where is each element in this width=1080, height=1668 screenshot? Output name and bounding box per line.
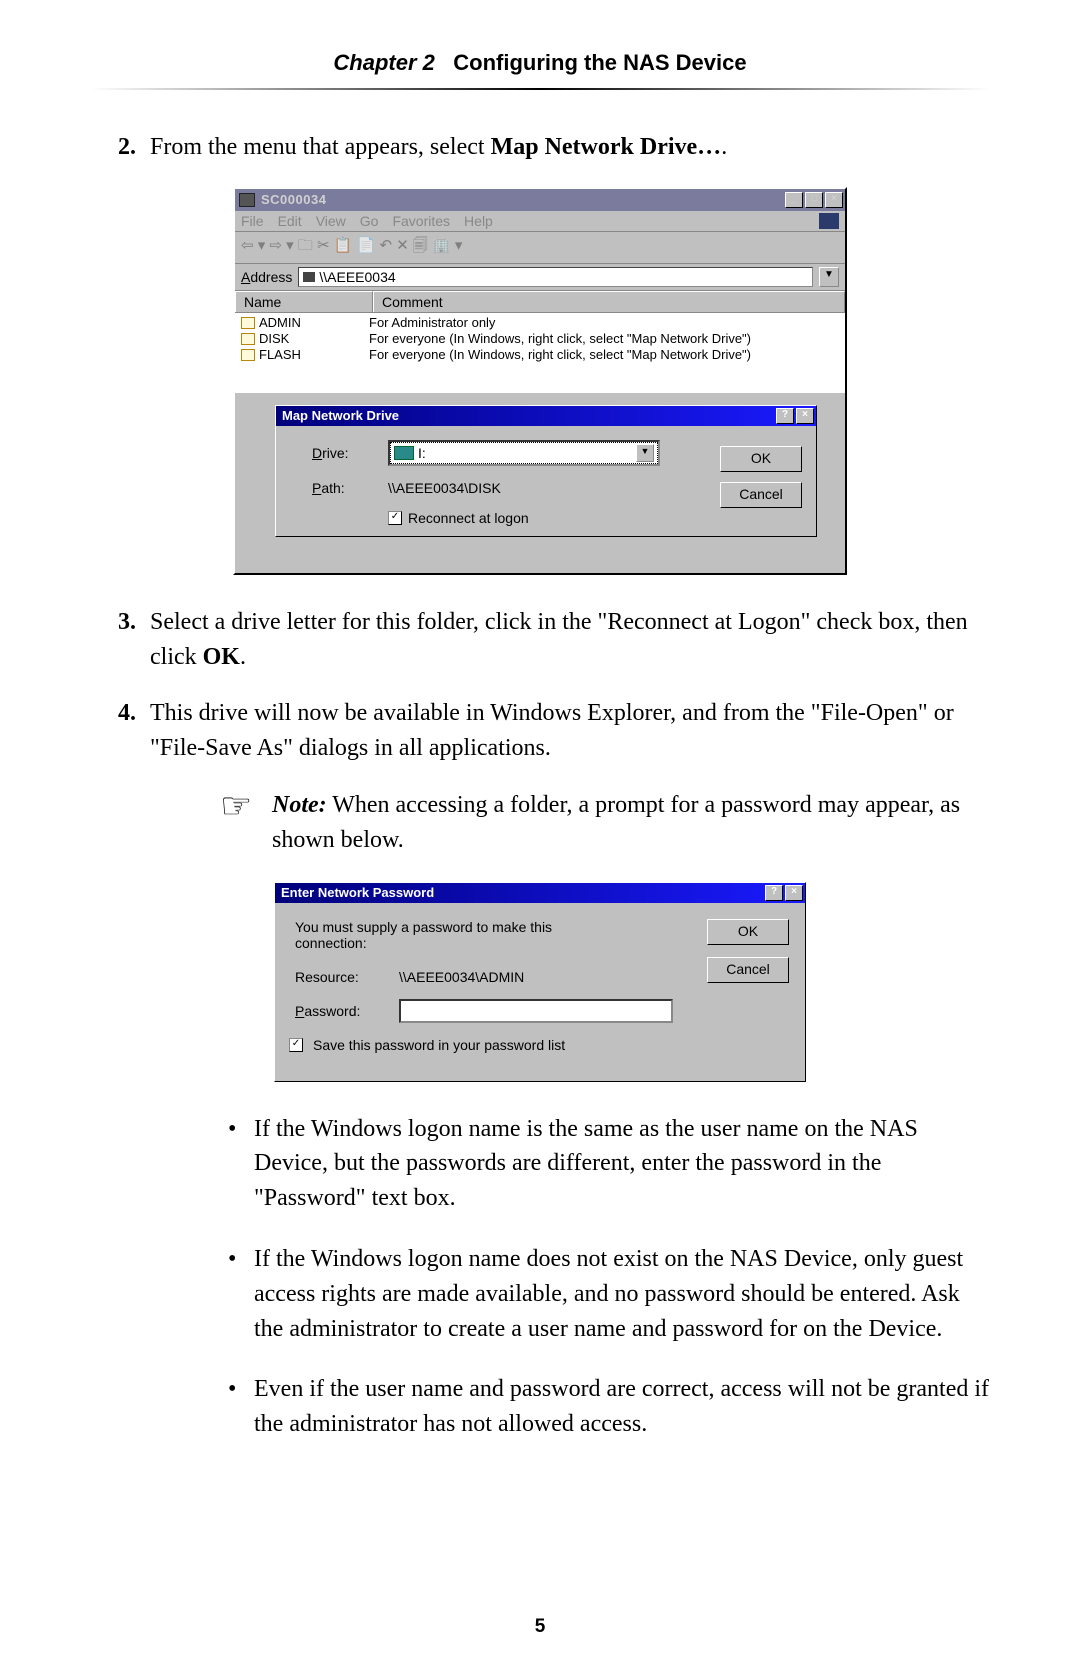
close-button[interactable]: × (785, 885, 803, 901)
bullet-item: • If the Windows logon name does not exi… (228, 1242, 990, 1346)
dialog-title: Enter Network Password (281, 885, 765, 900)
step-3-text-pre: Select a drive letter for this folder, c… (150, 609, 968, 670)
list-item[interactable]: ADMIN For Administrator only (235, 315, 845, 331)
explorer-title: SC000034 (261, 192, 785, 207)
step-3: 3. Select a drive letter for this folder… (90, 605, 990, 675)
address-field[interactable]: \\AEEE0034 (298, 267, 813, 287)
drive-icon (394, 446, 414, 460)
folder-icon (241, 317, 255, 329)
chevron-down-icon[interactable]: ▼ (636, 444, 654, 462)
chapter-number: Chapter 2 (333, 50, 434, 75)
reconnect-label: Reconnect at logon (408, 510, 529, 526)
step-2-text-pre: From the menu that appears, select (150, 134, 491, 160)
chapter-title: Configuring the NAS Device (453, 50, 746, 75)
list-header: Name Comment (235, 291, 845, 313)
save-password-checkbox[interactable]: ✓ (289, 1038, 303, 1052)
note-text: When accessing a folder, a prompt for a … (272, 792, 960, 853)
maximize-button[interactable]: □ (805, 192, 823, 208)
save-password-label: Save this password in your password list (313, 1037, 565, 1053)
address-label: Address (241, 269, 292, 285)
computer-icon (239, 193, 255, 207)
address-value: \\AEEE0034 (319, 269, 395, 285)
cancel-button[interactable]: Cancel (707, 957, 789, 983)
step-2-number: 2. (90, 130, 150, 165)
bullet-text: If the Windows logon name does not exist… (254, 1242, 990, 1346)
column-name[interactable]: Name (235, 291, 373, 312)
computer-icon (303, 272, 315, 282)
path-label: Path: (312, 480, 372, 496)
windows-logo-icon (819, 213, 839, 229)
page-number: 5 (0, 1616, 1080, 1638)
step-3-text-bold: OK (203, 644, 240, 670)
drive-combobox[interactable]: I: ▼ (388, 440, 660, 466)
address-bar: Address \\AEEE0034 ▼ (235, 264, 845, 291)
bullet-icon: • (228, 1242, 242, 1346)
minimize-button[interactable]: _ (785, 192, 803, 208)
step-3-text-post: . (240, 644, 246, 670)
folder-icon (241, 333, 255, 345)
toolbar-buttons[interactable]: ⇦ ▾ ⇨ ▾ 🗀 ✂ 📋 📄 ↶ ✕ 🗐 🏢 ▾ (241, 235, 462, 260)
step-2-text-bold: Map Network Drive… (491, 134, 722, 160)
step-2-text-post: . (721, 134, 727, 160)
header-divider (90, 88, 990, 90)
help-button[interactable]: ? (776, 408, 794, 424)
cancel-button[interactable]: Cancel (720, 482, 802, 508)
path-value: \\AEEE0034\DISK (388, 480, 501, 496)
menu-file[interactable]: File (241, 213, 264, 229)
file-list: ADMIN For Administrator only DISK For ev… (235, 313, 845, 393)
note-icon: ☞ (220, 788, 264, 858)
list-item[interactable]: DISK For everyone (In Windows, right cli… (235, 331, 845, 347)
enter-network-password-dialog: Enter Network Password ? × You must supp… (274, 882, 806, 1082)
bullet-text: If the Windows logon name is the same as… (254, 1112, 990, 1216)
password-input[interactable] (399, 999, 673, 1023)
ok-button[interactable]: OK (720, 446, 802, 472)
explorer-window: SC000034 _ □ × File Edit View Go Favorit… (233, 187, 847, 575)
resource-label: Resource: (295, 969, 389, 985)
step-2: 2. From the menu that appears, select Ma… (90, 130, 990, 165)
explorer-titlebar: SC000034 _ □ × (235, 189, 845, 211)
drive-value: I: (418, 445, 426, 461)
step-4-text: This drive will now be available in Wind… (150, 696, 990, 766)
dialog-titlebar: Map Network Drive ? × (276, 406, 816, 426)
dialog-title: Map Network Drive (282, 408, 776, 423)
menu-view[interactable]: View (316, 213, 346, 229)
step-4-number: 4. (90, 696, 150, 766)
menu-edit[interactable]: Edit (278, 213, 302, 229)
ok-button[interactable]: OK (707, 919, 789, 945)
step-3-number: 3. (90, 605, 150, 675)
password-label: Password: (295, 1003, 389, 1019)
drive-label: Drive: (312, 445, 372, 461)
menu-help[interactable]: Help (464, 213, 493, 229)
help-button[interactable]: ? (765, 885, 783, 901)
close-button[interactable]: × (796, 408, 814, 424)
chapter-header: Chapter 2 Configuring the NAS Device (90, 50, 990, 76)
bullet-item: • Even if the user name and password are… (228, 1372, 990, 1442)
menu-go[interactable]: Go (360, 213, 379, 229)
bullet-item: • If the Windows logon name is the same … (228, 1112, 990, 1216)
bullet-text: Even if the user name and password are c… (254, 1372, 990, 1442)
menu-favorites[interactable]: Favorites (392, 213, 450, 229)
resource-value: \\AEEE0034\ADMIN (399, 969, 524, 985)
note-block: ☞ Note: When accessing a folder, a promp… (220, 788, 990, 858)
address-dropdown-button[interactable]: ▼ (819, 267, 839, 287)
step-4: 4. This drive will now be available in W… (90, 696, 990, 766)
bullet-icon: • (228, 1372, 242, 1442)
close-button[interactable]: × (825, 192, 843, 208)
bullet-icon: • (228, 1112, 242, 1216)
folder-icon (241, 349, 255, 361)
menubar: File Edit View Go Favorites Help (235, 211, 845, 232)
list-item[interactable]: FLASH For everyone (In Windows, right cl… (235, 347, 845, 363)
reconnect-checkbox[interactable]: ✓ (388, 511, 402, 525)
dialog-message: You must supply a password to make this … (295, 919, 615, 951)
dialog-titlebar: Enter Network Password ? × (275, 883, 805, 903)
column-comment[interactable]: Comment (373, 291, 845, 312)
toolbar: ⇦ ▾ ⇨ ▾ 🗀 ✂ 📋 📄 ↶ ✕ 🗐 🏢 ▾ (235, 232, 845, 264)
note-label: Note: (272, 792, 327, 818)
bullet-list: • If the Windows logon name is the same … (228, 1112, 990, 1442)
map-network-drive-dialog: Map Network Drive ? × Drive: I: ▼ (275, 405, 817, 537)
